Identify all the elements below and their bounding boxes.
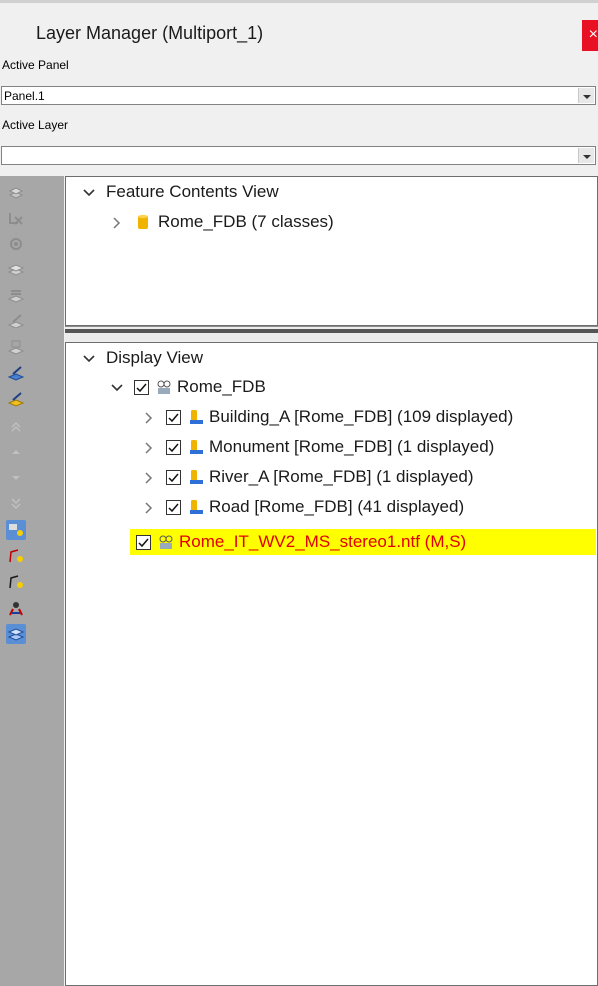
layer-checkbox[interactable] — [166, 499, 181, 515]
layer-label: River_A [Rome_FDB] (1 displayed) — [209, 467, 474, 486]
move-down-icon[interactable] — [6, 468, 26, 488]
tree-item-image-layer[interactable]: Rome_IT_WV2_MS_stereo1.ntf (M,S) — [136, 529, 466, 555]
active-layer-select[interactable] — [1, 146, 596, 165]
tree-item-monument[interactable]: Monument [Rome_FDB] (1 displayed) — [142, 434, 494, 460]
feature-class-icon — [187, 468, 205, 486]
feature-class-icon — [187, 408, 205, 426]
tree-item-rome-fdb[interactable]: Rome_FDB (7 classes) — [110, 209, 334, 235]
close-button[interactable]: × — [582, 20, 598, 51]
display-view-title: Display View — [106, 348, 204, 367]
tree-item-rome-fdb-group[interactable]: Rome_FDB — [110, 374, 266, 400]
feature-contents-panel: Feature Contents View Rome_FDB (7 classe… — [65, 176, 598, 326]
feature-contents-title: Feature Contents View — [106, 182, 279, 201]
layer-label: Rome_IT_WV2_MS_stereo1.ntf (M,S) — [179, 532, 467, 551]
chevron-down-icon[interactable] — [82, 185, 96, 199]
chevron-down-icon[interactable] — [110, 380, 124, 394]
layer-checkbox[interactable] — [136, 534, 151, 550]
panel-splitter[interactable] — [65, 326, 598, 342]
stack-edit-icon[interactable] — [6, 286, 26, 306]
active-panel-value: Panel.1 — [4, 89, 45, 103]
layers-active-icon[interactable] — [6, 624, 26, 644]
title-bar: Layer Manager (Multiport_1) × — [0, 0, 598, 54]
database-icon — [134, 213, 152, 231]
chevron-right-icon[interactable] — [142, 470, 156, 484]
layer-checkbox[interactable] — [166, 469, 181, 485]
move-up-icon[interactable] — [6, 442, 26, 462]
vertex-add-icon[interactable] — [6, 572, 26, 592]
active-layer-label: Active Layer — [2, 118, 69, 132]
tree-item-building-a[interactable]: Building_A [Rome_FDB] (109 displayed) — [142, 404, 513, 430]
layer-group-icon — [155, 378, 173, 396]
chevron-right-icon[interactable] — [110, 215, 124, 229]
feature-class-icon — [187, 438, 205, 456]
tree-item-river-a[interactable]: River_A [Rome_FDB] (1 displayed) — [142, 464, 474, 490]
layer-checkbox[interactable] — [166, 439, 181, 455]
stack-pen-icon[interactable] — [6, 312, 26, 332]
image-layer-icon — [157, 533, 175, 551]
chevron-down-icon[interactable] — [578, 88, 594, 103]
remove-layer-icon[interactable] — [6, 208, 26, 228]
chevron-down-icon[interactable] — [578, 148, 594, 163]
chevron-right-icon[interactable] — [142, 500, 156, 514]
add-layer-icon[interactable] — [6, 182, 26, 202]
layer-label: Monument [Rome_FDB] (1 displayed) — [209, 437, 495, 456]
layer-label: Building_A [Rome_FDB] (109 displayed) — [209, 407, 514, 426]
chevron-right-icon[interactable] — [142, 410, 156, 424]
layer-checkbox[interactable] — [134, 379, 149, 395]
stack-yellow-pen-icon[interactable] — [6, 390, 26, 410]
chevron-right-icon[interactable] — [142, 440, 156, 454]
layer-label: Road [Rome_FDB] (41 displayed) — [209, 497, 465, 516]
display-view-header[interactable]: Display View — [82, 345, 203, 371]
stack-icon[interactable] — [6, 260, 26, 280]
feature-contents-header[interactable]: Feature Contents View — [82, 179, 279, 205]
active-panel-select[interactable]: Panel.1 — [1, 86, 596, 105]
layer-properties-icon[interactable] — [6, 234, 26, 254]
feature-class-icon — [187, 498, 205, 516]
active-panel-label: Active Panel — [2, 58, 69, 72]
rotate-tool-icon[interactable] — [6, 598, 26, 618]
window-title: Layer Manager (Multiport_1) — [36, 23, 264, 43]
layer-checkbox[interactable] — [166, 409, 181, 425]
move-bottom-icon[interactable] — [6, 494, 26, 514]
stack-grid-icon[interactable] — [6, 338, 26, 358]
select-vertex-icon[interactable] — [6, 520, 26, 540]
layer-label: Rome_FDB — [177, 377, 266, 396]
vertex-edit-icon[interactable] — [6, 546, 26, 566]
tree-item-label: Rome_FDB (7 classes) — [158, 212, 334, 231]
move-top-icon[interactable] — [6, 416, 26, 436]
tree-item-road[interactable]: Road [Rome_FDB] (41 displayed) — [142, 494, 464, 520]
chevron-down-icon[interactable] — [82, 351, 96, 365]
layer-toolbar — [0, 176, 64, 986]
stack-blue-pen-icon[interactable] — [6, 364, 26, 384]
